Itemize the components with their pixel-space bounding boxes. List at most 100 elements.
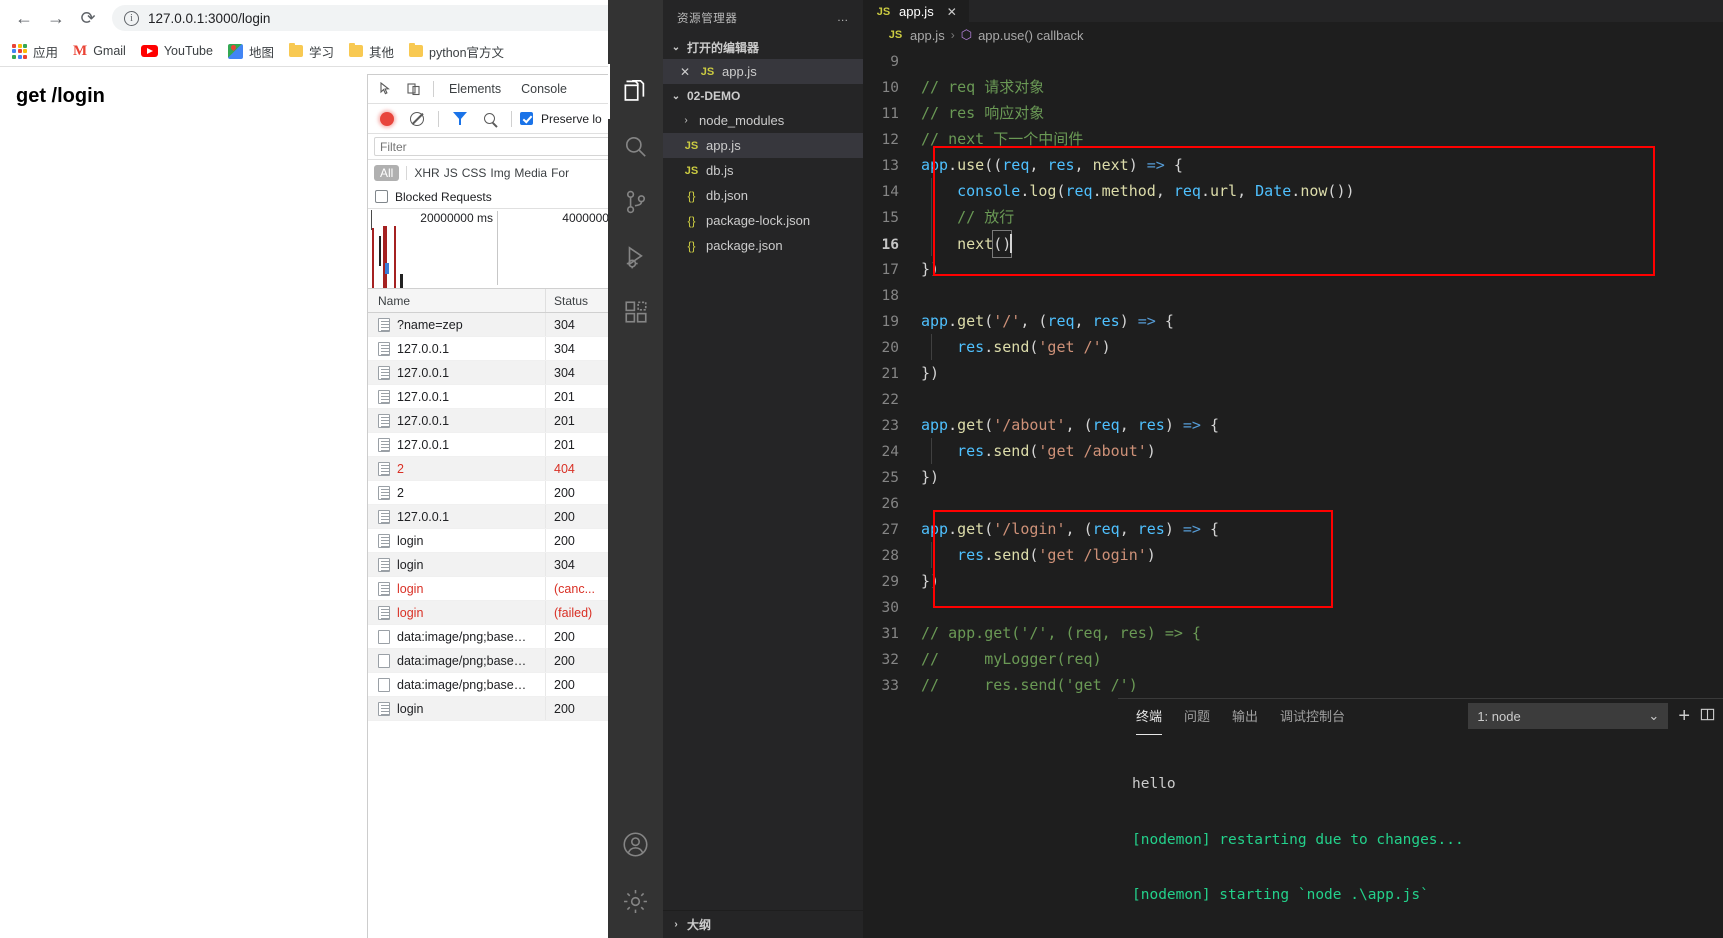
source-control-icon[interactable] bbox=[608, 174, 663, 229]
code-line[interactable]: 22 bbox=[863, 386, 1723, 412]
preserve-log-checkbox[interactable] bbox=[520, 112, 533, 125]
more-actions-icon[interactable]: … bbox=[837, 12, 849, 24]
indent-guide bbox=[931, 178, 932, 204]
forward-button[interactable]: → bbox=[40, 2, 72, 34]
device-toolbar-icon[interactable] bbox=[401, 77, 427, 101]
bookmark-folder-study[interactable]: 学习 bbox=[283, 39, 340, 64]
type-filter-img[interactable]: Img bbox=[490, 166, 510, 180]
reload-button[interactable]: ⟳ bbox=[72, 2, 104, 34]
code-line[interactable]: 15 // 放行 bbox=[863, 204, 1723, 230]
terminal-output[interactable]: hello [nodemon] restarting due to change… bbox=[1118, 734, 1723, 938]
search-icon[interactable] bbox=[608, 119, 663, 174]
panel-tab-debug-console[interactable]: 调试控制台 bbox=[1280, 706, 1345, 727]
code-line[interactable]: 27 app.get('/login', (req, res) => { bbox=[863, 516, 1723, 542]
breadcrumb-file[interactable]: app.js bbox=[910, 28, 945, 43]
code-line[interactable]: 33 // res.send('get /') bbox=[863, 672, 1723, 698]
request-status: (failed) bbox=[546, 601, 611, 624]
site-info-icon[interactable]: i bbox=[124, 10, 139, 26]
filter-input[interactable] bbox=[374, 137, 627, 156]
code-line[interactable]: 10 // req 请求对象 bbox=[863, 74, 1723, 100]
filter-icon[interactable] bbox=[447, 107, 473, 131]
code-line[interactable]: 17}) bbox=[863, 256, 1723, 282]
code-line[interactable]: 31 // app.get('/', (req, res) => { bbox=[863, 620, 1723, 646]
code-editor[interactable]: 9 10 // req 请求对象 11 // res 响应对象 12 // next 下一个… bbox=[863, 48, 1723, 698]
sidebar-item-package-lock-json[interactable]: {} package-lock.json bbox=[663, 208, 863, 233]
split-terminal-icon[interactable] bbox=[1700, 707, 1715, 726]
code-line[interactable]: 32 // myLogger(req) bbox=[863, 646, 1723, 672]
code-line[interactable]: 18 bbox=[863, 282, 1723, 308]
bookmark-apps[interactable]: 应用 bbox=[6, 39, 64, 64]
code-line[interactable]: 29}) bbox=[863, 568, 1723, 594]
panel-tab-terminal[interactable]: 终端 bbox=[1136, 706, 1163, 735]
request-name: login bbox=[397, 605, 424, 620]
open-editors-section-header[interactable]: ⌄ 打开的编辑器 bbox=[663, 35, 863, 59]
inspect-element-icon[interactable] bbox=[373, 77, 399, 101]
column-header-name[interactable]: Name bbox=[368, 289, 546, 312]
editor-tab-app-js[interactable]: JS app.js ✕ bbox=[863, 0, 969, 22]
breadcrumb-symbol[interactable]: app.use() callback bbox=[978, 28, 1084, 43]
search-icon[interactable] bbox=[477, 107, 503, 131]
document-icon bbox=[378, 509, 390, 524]
line-number: 24 bbox=[881, 444, 899, 460]
line-number: 12 bbox=[881, 132, 899, 148]
code-line[interactable]: 23 app.get('/about', (req, res) => { bbox=[863, 412, 1723, 438]
sidebar-item-app-js[interactable]: JS app.js bbox=[663, 133, 863, 158]
bookmark-folder-python[interactable]: python官方文 bbox=[403, 39, 510, 64]
close-icon[interactable]: ✕ bbox=[677, 65, 693, 79]
code-line[interactable]: 11 // res 响应对象 bbox=[863, 100, 1723, 126]
code-line[interactable]: 12 // next 下一个中间件 bbox=[863, 126, 1723, 152]
sidebar-item-db-js[interactable]: JS db.js bbox=[663, 158, 863, 183]
back-button[interactable]: ← bbox=[8, 2, 40, 34]
code-line[interactable]: 28 res.send('get /login') bbox=[863, 542, 1723, 568]
sidebar-item-package-json[interactable]: {} package.json bbox=[663, 233, 863, 258]
browser-toolbar: ← → ⟳ i 127.0.0.1:3000/login bbox=[0, 0, 670, 36]
outline-section-header[interactable]: › 大纲 bbox=[663, 910, 863, 938]
extensions-icon[interactable] bbox=[608, 284, 663, 339]
code-line[interactable]: 30 bbox=[863, 594, 1723, 620]
code-line[interactable]: 26 bbox=[863, 490, 1723, 516]
settings-gear-icon[interactable] bbox=[608, 883, 663, 938]
line-number: 27 bbox=[881, 522, 899, 538]
type-filter-js[interactable]: JS bbox=[444, 166, 458, 180]
type-filter-all[interactable]: All bbox=[374, 164, 400, 181]
type-filter-css[interactable]: CSS bbox=[462, 166, 487, 180]
type-filter-media[interactable]: Media bbox=[514, 166, 547, 180]
code-line[interactable]: 13 app.use((req, res, next) => { bbox=[863, 152, 1723, 178]
js-icon: JS bbox=[876, 5, 891, 18]
tab-elements[interactable]: Elements bbox=[440, 78, 510, 100]
open-editor-item-appjs[interactable]: ✕ JS app.js bbox=[663, 59, 863, 84]
code-line[interactable]: 9 bbox=[863, 48, 1723, 74]
code-line[interactable]: 25}) bbox=[863, 464, 1723, 490]
code-line[interactable]: 21}) bbox=[863, 360, 1723, 386]
bookmark-gmail[interactable]: M Gmail bbox=[67, 41, 132, 62]
code-line[interactable]: 20 res.send('get /') bbox=[863, 334, 1723, 360]
code-line[interactable]: 19 app.get('/', (req, res) => { bbox=[863, 308, 1723, 334]
project-section-header[interactable]: ⌄ 02-DEMO bbox=[663, 84, 863, 108]
code-line[interactable]: 24 res.send('get /about') bbox=[863, 438, 1723, 464]
bookmark-folder-other[interactable]: 其他 bbox=[343, 39, 400, 64]
close-icon[interactable]: ✕ bbox=[947, 5, 957, 19]
panel-tab-output[interactable]: 输出 bbox=[1232, 706, 1258, 727]
new-terminal-button[interactable]: + bbox=[1678, 706, 1690, 726]
panel-tab-problems[interactable]: 问题 bbox=[1184, 706, 1210, 727]
sidebar-item-node-modules[interactable]: › node_modules bbox=[663, 108, 863, 133]
account-icon[interactable] bbox=[608, 828, 663, 883]
bookmark-maps[interactable]: 地图 bbox=[222, 39, 280, 64]
explorer-icon[interactable] bbox=[608, 64, 663, 119]
code-line[interactable]: 16 next() bbox=[863, 230, 1723, 258]
document-icon bbox=[378, 389, 390, 404]
address-bar[interactable]: i 127.0.0.1:3000/login bbox=[112, 5, 654, 31]
column-header-status[interactable]: Status bbox=[546, 289, 611, 312]
type-filter-xhr[interactable]: XHR bbox=[414, 166, 439, 180]
sidebar-item-db-json[interactable]: {} db.json bbox=[663, 183, 863, 208]
tab-console[interactable]: Console bbox=[512, 78, 576, 100]
bookmark-youtube[interactable]: YouTube bbox=[135, 41, 219, 61]
terminal-selector[interactable]: 1: node ⌄ bbox=[1468, 703, 1669, 729]
file-label: db.js bbox=[706, 163, 734, 178]
type-filter-font[interactable]: For bbox=[551, 166, 569, 180]
blocked-requests-checkbox[interactable] bbox=[375, 190, 388, 203]
record-button[interactable] bbox=[374, 107, 400, 131]
code-line[interactable]: 14 console.log(req.method, req.url, Date… bbox=[863, 178, 1723, 204]
clear-button[interactable] bbox=[404, 107, 430, 131]
run-debug-icon[interactable] bbox=[608, 229, 663, 284]
